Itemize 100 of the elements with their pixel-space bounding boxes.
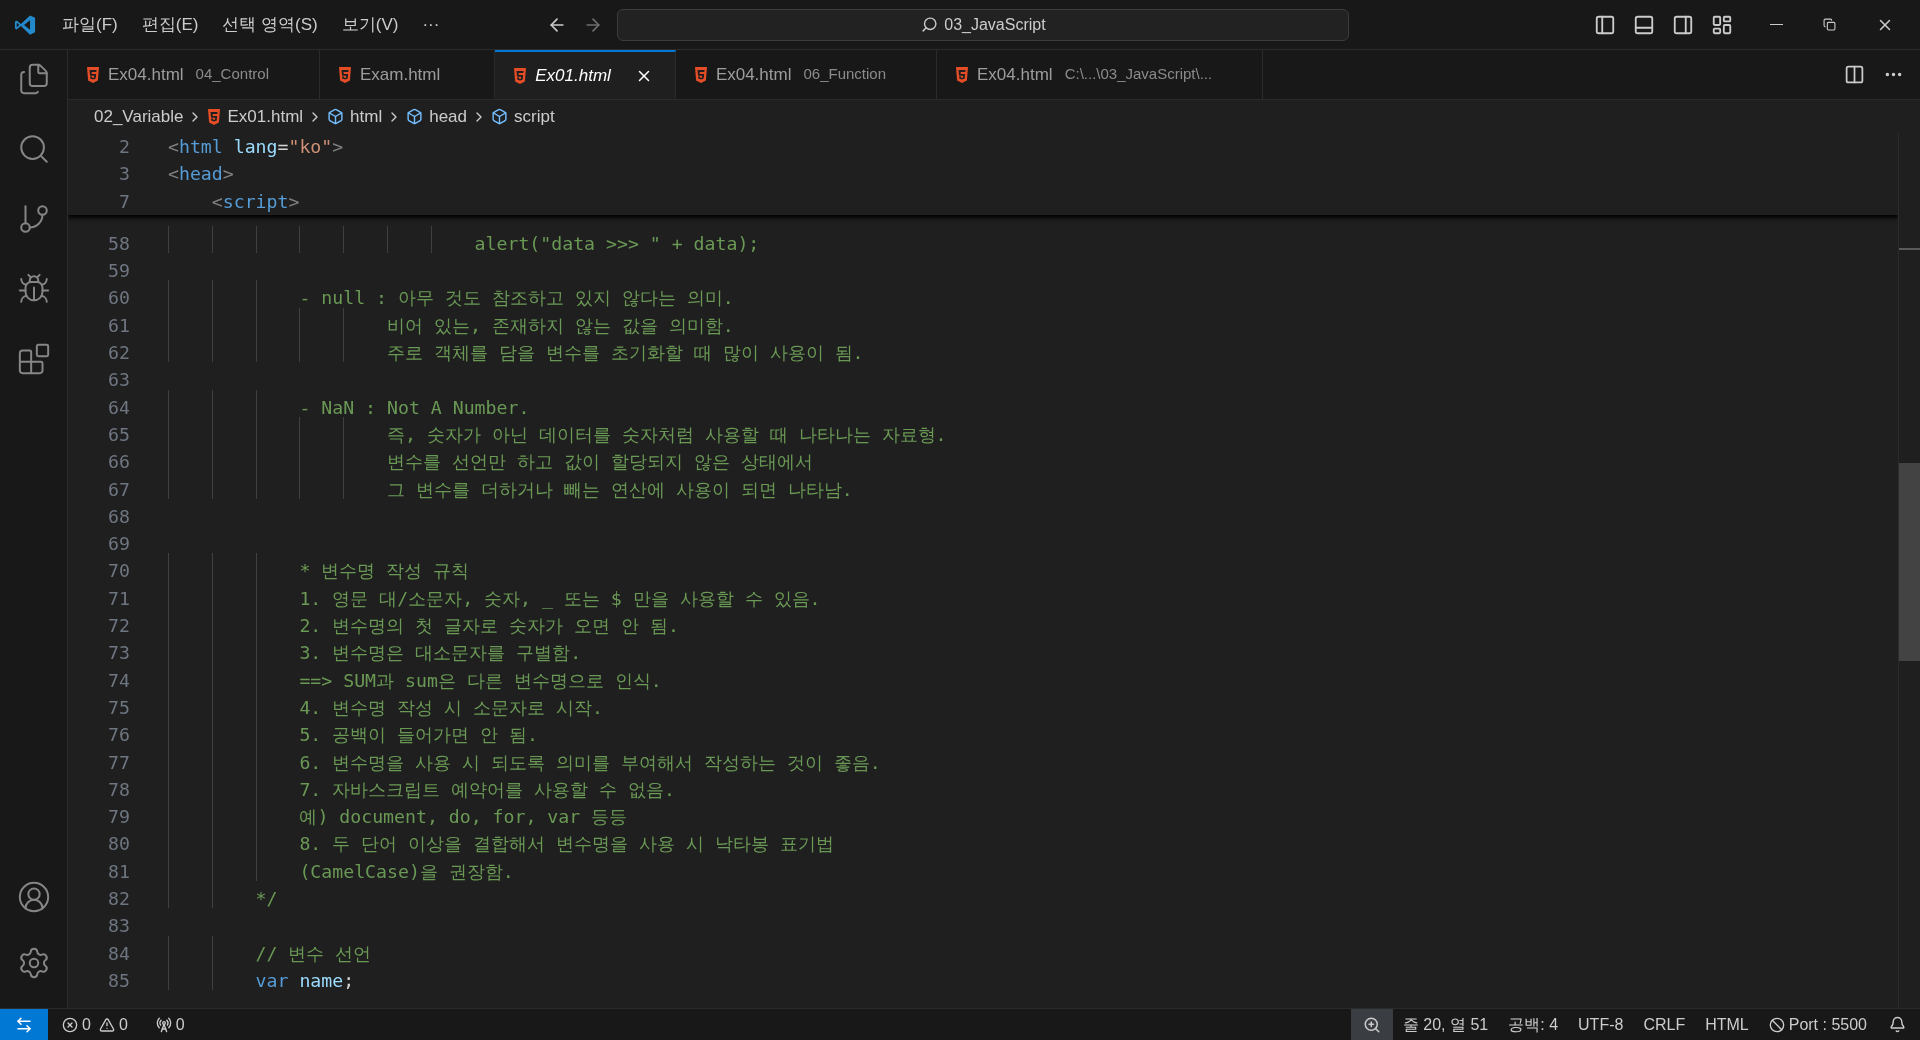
cube-icon — [406, 108, 424, 125]
status-item[interactable]: CRLF — [1633, 1012, 1696, 1037]
breadcrumb-item[interactable]: html — [325, 103, 385, 130]
panel-bottom-icon[interactable] — [1633, 13, 1655, 36]
panel-right-icon[interactable] — [1672, 13, 1694, 36]
code-text: 5. 공백이 들어가면 안 됨. — [298, 724, 539, 746]
status-item[interactable]: HTML — [1695, 1012, 1759, 1037]
line-number: 82 — [107, 887, 130, 911]
line-number: 2 — [118, 135, 130, 159]
code-text: */ — [254, 888, 278, 909]
search-text: 03_JavaScript — [944, 14, 1046, 35]
code-text: 4. 변수명 작성 시 소문자로 시작. — [298, 696, 603, 718]
code-text: 변수를 선언만 하고 값이 할당되지 않은 상태에서 — [386, 451, 813, 473]
code-text: <html lang="ko"> — [168, 136, 344, 157]
menu-item[interactable]: ··· — [410, 7, 452, 42]
line-number: 85 — [107, 968, 130, 993]
code-text: var name; — [254, 969, 355, 991]
antenna-icon — [155, 1016, 172, 1033]
html-file-icon — [207, 108, 222, 125]
app-logo-icon — [14, 13, 36, 36]
split-editor-icon[interactable] — [1844, 64, 1865, 85]
code-text: 즉, 숫자가 아닌 데이터를 숫자처럼 사용할 때 나타나는 자료형. — [386, 423, 947, 445]
bug-icon[interactable] — [16, 272, 51, 306]
error-icon — [62, 1016, 78, 1033]
editor-tab[interactable]: Ex04.html 06_Function — [675, 50, 938, 99]
status-item[interactable]: 공백: 4 — [1498, 1012, 1569, 1037]
line-number: 7 — [118, 189, 130, 214]
editor-tab[interactable]: Ex01.html — [495, 50, 676, 99]
code-text: ==> SUM과 sum은 다른 변수명으로 인식. — [298, 669, 662, 691]
remote-button[interactable] — [0, 1009, 48, 1040]
breadcrumb-item[interactable]: Ex01.html — [205, 103, 306, 130]
line-number: 63 — [107, 368, 130, 393]
line-number: 76 — [107, 723, 130, 748]
code-text: - null : 아무 것도 참조하고 있지 않다는 의미. — [298, 287, 734, 309]
code-text: 3. 변수명은 대소문자를 구별함. — [298, 642, 582, 664]
html-file-icon — [338, 66, 352, 83]
html-file-icon — [86, 66, 100, 83]
code-text: 6. 변수명을 사용 시 되도록 의미를 부여해서 작성하는 것이 좋음. — [298, 751, 881, 773]
breadcrumb-item[interactable]: script — [489, 103, 557, 130]
menu-item[interactable]: 보기(V) — [329, 7, 411, 42]
search-icon — [921, 16, 939, 33]
code-text: <head> — [168, 163, 234, 185]
remote-arrows-icon — [15, 1015, 33, 1034]
line-number: 78 — [107, 777, 130, 802]
line-number: 70 — [107, 559, 130, 584]
code-text: 주로 객체를 담을 변수를 초기화할 때 많이 사용이 됨. — [386, 342, 864, 364]
scrollbar-thumb[interactable] — [1899, 463, 1920, 661]
ports-status[interactable]: 0 — [151, 1012, 189, 1037]
line-number: 62 — [107, 341, 130, 366]
line-number: 69 — [107, 532, 130, 557]
account-icon[interactable] — [16, 880, 51, 914]
breadcrumb-item[interactable]: head — [404, 103, 470, 130]
line-number: 66 — [107, 450, 130, 475]
code-text: alert("data >>> " + data); — [473, 232, 760, 254]
bell-icon — [1889, 1016, 1906, 1033]
no-entry-icon — [1768, 1016, 1785, 1033]
line-number: 73 — [107, 641, 130, 666]
line-number: 3 — [118, 162, 130, 187]
menu-item[interactable]: 선택 영역(S) — [210, 7, 330, 42]
code-text: 8. 두 단어 이상을 결합해서 변수명을 사용 시 낙타봉 표기법 — [298, 833, 834, 855]
line-number: 72 — [107, 614, 130, 639]
restore-icon — [1823, 18, 1836, 31]
line-number: 65 — [107, 422, 130, 447]
code-text: 비어 있는, 존재하지 않는 값을 의미함. — [386, 314, 734, 336]
breadcrumb-item[interactable]: 02_Variable — [92, 103, 186, 130]
panel-left-icon[interactable] — [1594, 13, 1616, 36]
problems-status[interactable]: 0 0 — [58, 1012, 132, 1037]
warning-icon — [98, 1016, 115, 1033]
line-number: 58 — [107, 231, 130, 256]
code-text: 그 변수를 더하거나 빼는 연산에 사용이 되면 나타남. — [386, 478, 853, 500]
status-item[interactable]: UTF-8 — [1568, 1012, 1634, 1037]
status-item[interactable]: 줄 20, 열 51 — [1392, 1012, 1499, 1037]
code-text: 2. 변수명의 첫 글자로 숫자가 오면 안 됨. — [298, 615, 679, 637]
menu-item[interactable]: 파일(F) — [50, 7, 130, 42]
menu-item[interactable]: 편집(E) — [129, 7, 211, 42]
cube-icon — [327, 108, 345, 125]
port-status[interactable]: Port : 5500 — [1758, 1012, 1877, 1037]
code-text: - NaN : Not A Number. — [298, 396, 530, 418]
html-file-icon — [513, 67, 528, 84]
line-number: 61 — [107, 313, 130, 338]
html-file-icon — [955, 66, 970, 83]
line-number: 77 — [107, 750, 130, 775]
line-number: 74 — [107, 668, 130, 693]
minimize-icon — [1770, 24, 1783, 25]
line-number: 68 — [107, 504, 130, 529]
code-text: // 변수 선언 — [254, 942, 372, 964]
line-number: 59 — [107, 259, 130, 284]
extensions-icon[interactable] — [16, 342, 51, 376]
zoom-in-icon — [1362, 1015, 1381, 1034]
layout-icon[interactable] — [1711, 13, 1733, 36]
html-file-icon — [693, 66, 708, 83]
line-number: 84 — [107, 941, 130, 966]
code-text: (CamelCase)을 권장함. — [298, 860, 514, 882]
command-search-field[interactable]: 03_JavaScript — [617, 8, 1350, 41]
editor-tab[interactable]: Ex04.html C:\...\03_JavaScript\... — [937, 50, 1264, 99]
line-number: 67 — [107, 477, 130, 502]
editor-tab[interactable]: Ex04.html 04_Control — [68, 50, 320, 99]
line-number: 81 — [107, 859, 130, 884]
line-number: 80 — [107, 832, 130, 857]
zoom-button[interactable] — [1350, 1009, 1393, 1040]
